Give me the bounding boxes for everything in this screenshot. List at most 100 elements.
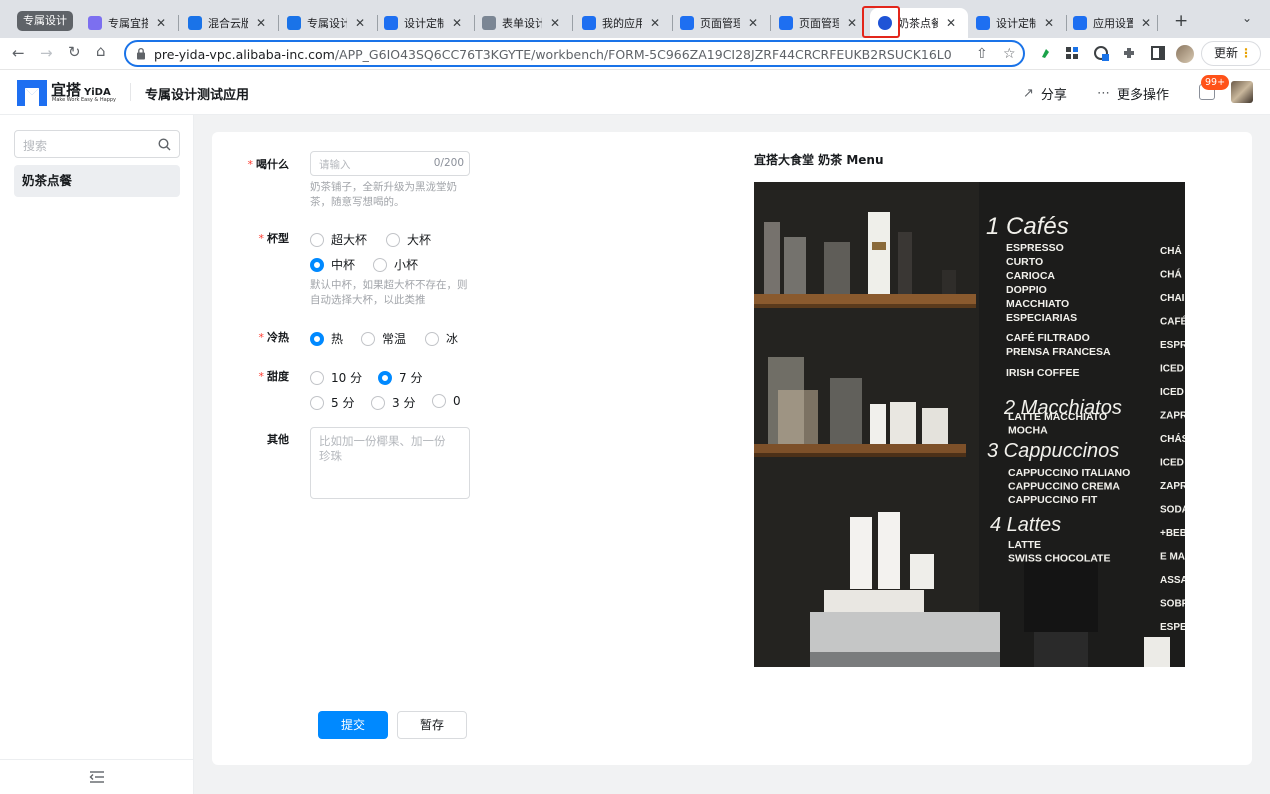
extension-badge-icon[interactable] (1093, 45, 1109, 61)
forward-icon[interactable]: → (40, 44, 53, 62)
address-bar[interactable]: pre-yida-vpc.alibaba-inc.com/APP_G6IO43S… (124, 40, 1025, 67)
radio-checked-icon (310, 257, 324, 272)
yida-icon (384, 16, 398, 30)
submit-button[interactable]: 提交 (318, 711, 388, 739)
tab-label: 设计定制 (404, 17, 444, 30)
update-button[interactable]: 更新 ⋮ (1201, 41, 1261, 66)
close-tab-icon[interactable]: ✕ (256, 16, 266, 30)
temp-option-room[interactable]: 常温 (361, 330, 406, 347)
close-tab-icon[interactable]: ✕ (156, 16, 166, 30)
sidebar (0, 115, 194, 794)
extensions-puzzle-icon[interactable] (1121, 45, 1137, 61)
browser-tab[interactable]: 设计定制 ✕ (376, 8, 475, 38)
sweet-option-10[interactable]: 10 分 (310, 369, 362, 386)
yida-icon (582, 16, 596, 30)
close-tab-icon[interactable]: ✕ (452, 16, 462, 30)
temp-option-hot[interactable]: 热 (310, 330, 343, 347)
menu-board-item: CAPPUCCINO ITALIANO (1008, 467, 1130, 479)
menu-board-item: CAPPUCCINO FIT (1008, 494, 1098, 506)
more-circle-icon: ⋯ (1097, 86, 1110, 101)
logo-tagline: Make Work Easy & Happy (52, 97, 117, 103)
cup-option-small[interactable]: 小杯 (373, 256, 418, 273)
browser-tab[interactable]: 页面管理 ✕ (771, 8, 869, 38)
radio-icon (386, 232, 400, 247)
browser-tab[interactable]: 设计定制 ✕ (968, 8, 1067, 38)
drink-input[interactable]: 请输入 0/200 (310, 151, 470, 176)
user-avatar[interactable] (1231, 81, 1253, 103)
browser-tab[interactable]: 应用设置 ✕ (1065, 8, 1158, 38)
sweet-option-7[interactable]: 7 分 (378, 369, 422, 386)
menu-board-item: ESPECIARIAS (1006, 312, 1077, 324)
browser-tab[interactable]: 混合云版 ✕ (180, 8, 279, 38)
tab-group-chip[interactable]: 专属设计 (17, 11, 73, 31)
extension-green-icon[interactable] (1038, 45, 1054, 61)
close-tab-icon[interactable]: ✕ (650, 16, 660, 30)
bookmark-star-icon[interactable]: ☆ (1003, 46, 1016, 62)
home-icon[interactable]: ⌂ (96, 42, 106, 60)
sidebar-item-milk-tea-order[interactable]: 奶茶点餐 (14, 165, 180, 197)
browser-tab[interactable]: 专属宜搭 ✕ (80, 8, 179, 38)
cup-option-large[interactable]: 大杯 (386, 231, 431, 248)
more-actions-button[interactable]: ⋯ 更多操作 (1097, 84, 1169, 103)
side-panel-icon[interactable] (1150, 45, 1166, 61)
radio-icon (425, 331, 439, 346)
tab-search-chevron-icon[interactable]: ⌄ (1242, 11, 1252, 25)
sweet-option-0[interactable]: 0 (432, 394, 461, 408)
drink-label: * 喝什么 (247, 158, 290, 171)
menu-board-item: ZAPR (1160, 411, 1185, 422)
menu-board-item: ESPRESSO (1006, 242, 1064, 254)
search-icon (158, 138, 171, 151)
reload-icon[interactable]: ↻ (68, 43, 81, 61)
sweet-option-5[interactable]: 5 分 (310, 394, 354, 411)
save-draft-button[interactable]: 暂存 (397, 711, 467, 739)
close-tab-icon[interactable]: ✕ (550, 16, 560, 30)
close-tab-icon[interactable]: ✕ (1141, 16, 1151, 30)
close-tab-icon[interactable]: ✕ (748, 16, 758, 30)
browser-tab[interactable]: 专属设计 ✕ (279, 8, 378, 38)
other-textarea[interactable]: 比如加一份椰果、加一份 珍珠 (310, 427, 470, 499)
close-tab-icon[interactable]: ✕ (946, 16, 956, 30)
tab-label: 表单设计 (502, 17, 542, 30)
share-page-icon[interactable]: ⇧ (976, 46, 988, 62)
menu-board-item: SODA (1160, 505, 1185, 516)
cup-option-extra-large[interactable]: 超大杯 (310, 231, 367, 248)
share-button[interactable]: ↗ 分享 (1023, 84, 1067, 103)
menu-board-item: LATTE MACCHIATO (1008, 411, 1107, 423)
browser-tab[interactable]: 表单设计 ✕ (474, 8, 573, 38)
app-title: 专属设计测试应用 (145, 88, 250, 103)
menu-board-item: PRENSA FRANCESA (1006, 346, 1111, 358)
menu-board-item: CHÁ (1160, 268, 1182, 281)
more-vert-icon: ⋮ (1240, 46, 1252, 60)
sweetness-label: * 甜度 (258, 370, 290, 383)
close-tab-icon[interactable]: ✕ (355, 16, 365, 30)
menu-board-item: SOBR (1160, 599, 1185, 610)
svg-text:4 Lattes: 4 Lattes (990, 514, 1061, 536)
radio-icon (371, 395, 385, 410)
close-tab-icon[interactable]: ✕ (1044, 16, 1054, 30)
profile-avatar-icon[interactable] (1176, 45, 1194, 63)
menu-board-item: CURTO (1006, 256, 1043, 268)
cup-hint: 默认中杯，如果超大杯不存在，则 自动选择大杯，以此类推 (310, 279, 468, 306)
sweet-option-3[interactable]: 3 分 (371, 394, 415, 411)
browser-tab[interactable]: 我的应用 ✕ (574, 8, 673, 38)
tab-label: 混合云版 (208, 17, 248, 30)
yida-logo-icon[interactable] (17, 80, 47, 106)
cup-option-medium[interactable]: 中杯 (310, 256, 355, 273)
menu-board-item: ICED (1160, 364, 1184, 375)
browser-tab[interactable]: 页面管理 ✕ (672, 8, 771, 38)
collapse-sidebar-icon[interactable] (89, 770, 105, 784)
new-tab-icon[interactable]: + (1174, 11, 1188, 31)
menu-board-item: CHÁ (1160, 244, 1182, 257)
radio-checked-icon (378, 370, 392, 385)
tab-label: 奶茶点餐 (898, 17, 938, 30)
sidebar-search-input[interactable]: 搜索 (14, 130, 180, 158)
back-icon[interactable]: ← (12, 44, 25, 62)
char-counter: 0/200 (433, 157, 464, 169)
extension-grid-icon[interactable] (1064, 45, 1080, 61)
close-tab-icon[interactable]: ✕ (847, 16, 857, 30)
menu-board-item: ESPR (1160, 340, 1185, 351)
temp-option-ice[interactable]: 冰 (425, 330, 458, 347)
tab-separator (178, 15, 179, 31)
sidebar-footer-divider (0, 759, 194, 760)
drink-hint: 奶茶铺子，全新升级为黑泷堂奶 茶，随意写想喝的。 (310, 181, 457, 208)
